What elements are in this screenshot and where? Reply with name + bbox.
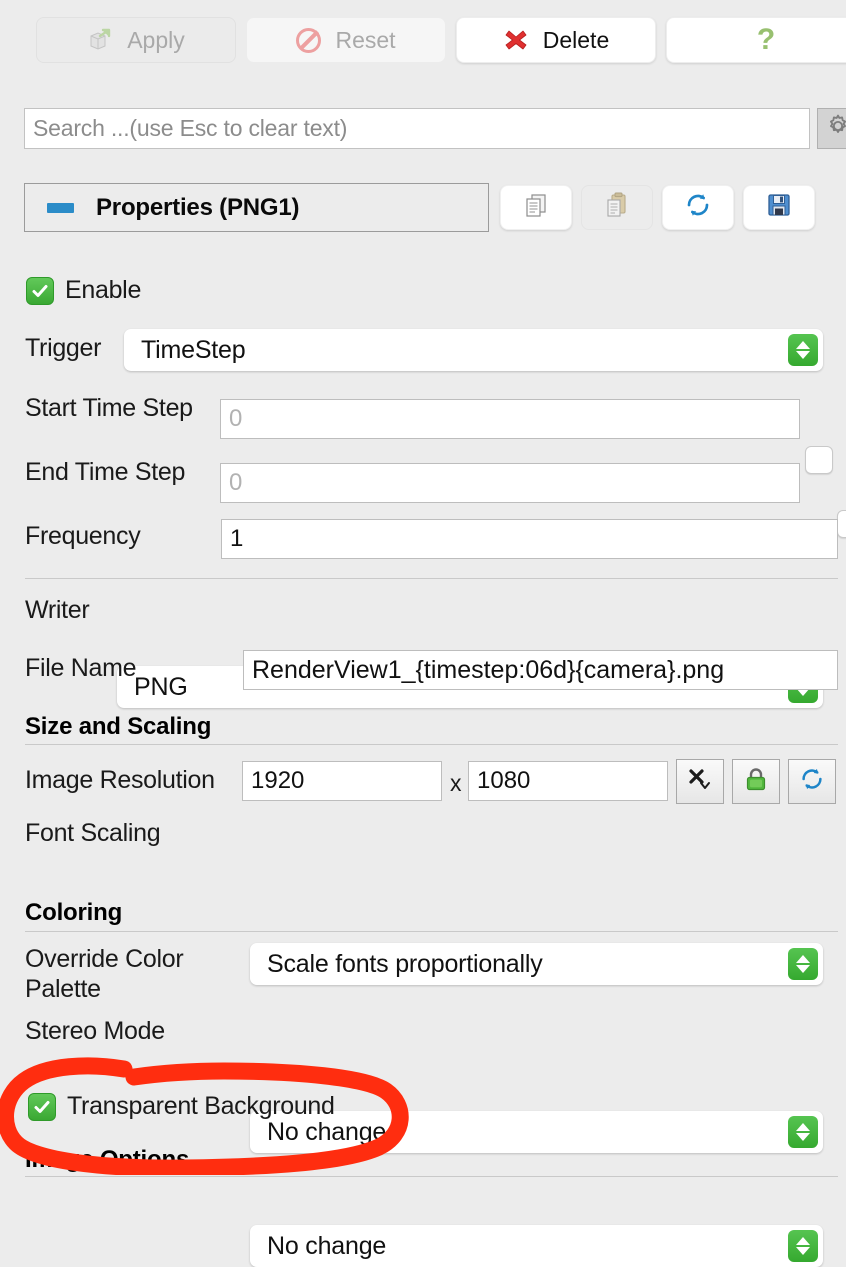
- override-color-palette-combobox[interactable]: No change: [250, 1111, 823, 1153]
- font-scaling-spinner-icon[interactable]: [788, 948, 818, 980]
- multiply-dropdown-icon: [685, 765, 715, 798]
- trigger-value: TimeStep: [141, 335, 246, 364]
- resolution-separator: x: [450, 770, 462, 796]
- file-name-label: File Name: [25, 654, 137, 682]
- divider: [25, 931, 838, 932]
- image-resolution-height-input[interactable]: 1080: [468, 761, 668, 801]
- font-scaling-value: Scale fonts proportionally: [267, 949, 543, 978]
- trigger-combobox[interactable]: TimeStep: [124, 329, 823, 371]
- scale-multiplier-button[interactable]: [676, 759, 724, 804]
- override-color-palette-value: No change: [267, 1117, 387, 1146]
- end-time-step-label: End Time Step: [25, 458, 186, 486]
- override-color-palette-label-line1: Override Color: [25, 945, 184, 973]
- transparent-background-row: Transparent Background: [28, 1092, 335, 1121]
- lock-aspect-ratio-button[interactable]: [732, 759, 780, 804]
- properties-form: Enable Trigger TimeStep Start Time Step …: [0, 0, 846, 1267]
- coloring-heading: Coloring: [25, 899, 123, 926]
- enable-checkbox[interactable]: [26, 276, 54, 305]
- frequency-input[interactable]: 1: [221, 519, 838, 559]
- green-lock-icon: [742, 765, 770, 798]
- transparent-background-label: Transparent Background: [67, 1092, 335, 1120]
- transparent-background-checkbox[interactable]: [28, 1092, 56, 1121]
- start-time-step-input[interactable]: 0: [220, 399, 800, 439]
- enable-row: Enable: [26, 276, 141, 305]
- image-options-heading: Image Options: [25, 1146, 190, 1173]
- stereo-mode-combobox[interactable]: No change: [250, 1225, 823, 1267]
- start-time-step-checkbox[interactable]: [805, 446, 833, 474]
- stereo-mode-label: Stereo Mode: [25, 1017, 165, 1045]
- reset-resolution-button[interactable]: [788, 759, 836, 804]
- writer-value: PNG: [134, 672, 188, 701]
- font-scaling-label: Font Scaling: [25, 819, 161, 847]
- start-time-step-label: Start Time Step: [25, 394, 193, 422]
- stereo-mode-value: No change: [267, 1231, 387, 1260]
- override-color-palette-label: Override Color Palette: [25, 944, 240, 1004]
- trigger-label: Trigger: [25, 334, 102, 362]
- image-resolution-label: Image Resolution: [25, 766, 215, 794]
- end-time-step-checkbox[interactable]: [837, 510, 846, 538]
- divider: [25, 1176, 838, 1177]
- stereo-mode-spinner-icon[interactable]: [788, 1230, 818, 1262]
- override-color-palette-label-line2: Palette: [25, 975, 101, 1003]
- refresh-circular-arrows-icon: [798, 765, 826, 798]
- frequency-label: Frequency: [25, 522, 141, 550]
- file-name-input[interactable]: RenderView1_{timestep:06d}{camera}.png: [243, 650, 838, 690]
- font-scaling-combobox[interactable]: Scale fonts proportionally: [250, 943, 823, 985]
- writer-label: Writer: [25, 596, 90, 624]
- image-resolution-width-input[interactable]: 1920: [242, 761, 442, 801]
- divider: [25, 578, 838, 579]
- end-time-step-input[interactable]: 0: [220, 463, 800, 503]
- divider: [25, 744, 838, 745]
- override-color-palette-spinner-icon[interactable]: [788, 1116, 818, 1148]
- size-and-scaling-heading: Size and Scaling: [25, 713, 212, 740]
- trigger-spinner-icon[interactable]: [788, 334, 818, 366]
- enable-label: Enable: [65, 276, 142, 304]
